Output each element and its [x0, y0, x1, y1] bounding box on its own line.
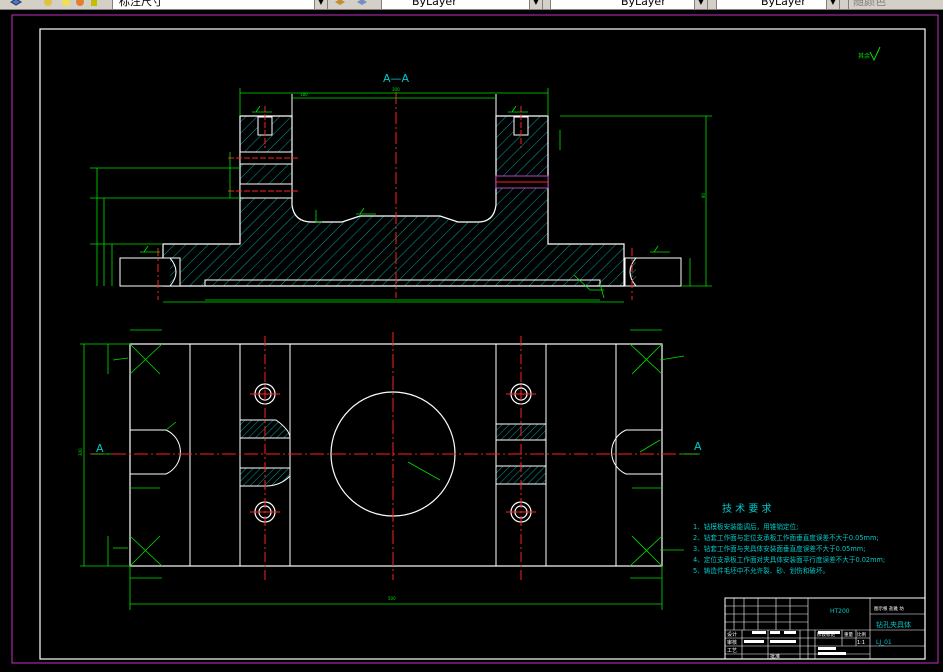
tb-craft: 工艺: [727, 648, 737, 654]
lineweight-value: ByLayer: [761, 0, 806, 8]
svg-text:300: 300: [392, 87, 400, 92]
tech-item: 4、定位支承板工作面对夹具体安装面平行度误差不大于0.02mm;: [693, 555, 885, 564]
title-block: HT200 图示根 盐雅 坊 钻孔夹具体 LJ_01 设计 审核 工艺 批准 阶…: [724, 597, 926, 660]
top-view: 500 300 A A: [78, 329, 702, 610]
drawing-canvas[interactable]: A—A 300180 80 其余 500 300 A A 技 术 要 求 1、钻…: [0, 9, 943, 672]
tech-item: 3、钻套工作面与夹具体安装面垂直度误差不大于0.05mm;: [693, 544, 865, 553]
tech-item: 2、钻套工作面与定位支承板工作面垂直度误差不大于0.05mm;: [693, 533, 879, 542]
svg-text:500: 500: [388, 596, 396, 601]
top-outline: [129, 343, 663, 567]
tb-checker: 审核: [727, 639, 737, 646]
tb-scale: 1:1: [857, 640, 865, 646]
tech-item: 1、钻模板安装能调后，用锥销定位;: [693, 522, 798, 531]
lightbulb-icon[interactable]: [60, 0, 72, 8]
layer-previous-icon[interactable]: [356, 0, 368, 8]
tb-ratio: 比例: [857, 631, 866, 638]
layer-manager-icon[interactable]: [10, 0, 22, 8]
make-object-layer-current-icon[interactable]: [334, 0, 346, 8]
tb-stage: 阶段标记: [817, 631, 835, 638]
section-label: A—A: [383, 72, 410, 85]
tb-weight: 重量: [844, 631, 853, 638]
lock-icon[interactable]: [88, 0, 100, 8]
tb-designer: 设计: [727, 631, 737, 638]
tb-drawing-no: LJ_01: [876, 639, 892, 646]
section-arrow-right: A: [694, 440, 702, 453]
chevron-down-icon[interactable]: ▼: [314, 0, 327, 9]
svg-text:300: 300: [78, 448, 83, 456]
dimstyle-value: 标注尺寸: [119, 0, 163, 8]
chevron-down-icon[interactable]: ▼: [694, 0, 707, 9]
sun-icon[interactable]: [74, 0, 86, 8]
tech-item: 5、铸造件毛坯中不允许裂、砂、划伤和破坏。: [693, 566, 829, 575]
fixture-body-section: [162, 115, 625, 287]
roughness-note: 其余: [858, 52, 870, 60]
tb-material: HT200: [830, 608, 850, 615]
plotstyle-value: 随颜色: [853, 0, 886, 8]
layer-state-icon[interactable]: [42, 0, 54, 8]
tech-title: 技 术 要 求: [722, 502, 772, 515]
svg-text:80: 80: [701, 192, 706, 198]
tb-approve: 批准: [770, 653, 780, 660]
tb-school: 图示根 盐雅 坊: [874, 605, 904, 612]
technical-requirements: 技 术 要 求 1、钻模板安装能调后，用锥销定位; 2、钻套工作面与定位支承板工…: [693, 502, 885, 575]
roughness-symbol: [869, 46, 881, 62]
section-view: A—A 300180 80 其余: [90, 46, 881, 303]
chevron-down-icon[interactable]: ▼: [826, 0, 839, 9]
tb-part-name: 钻孔夹具体: [876, 620, 911, 629]
linetype-value: ByLayer: [621, 0, 666, 8]
svg-text:180: 180: [300, 92, 308, 97]
layer-value: ByLayer: [412, 0, 457, 8]
section-arrow-left: A: [96, 442, 104, 455]
chevron-down-icon[interactable]: ▼: [529, 0, 542, 9]
